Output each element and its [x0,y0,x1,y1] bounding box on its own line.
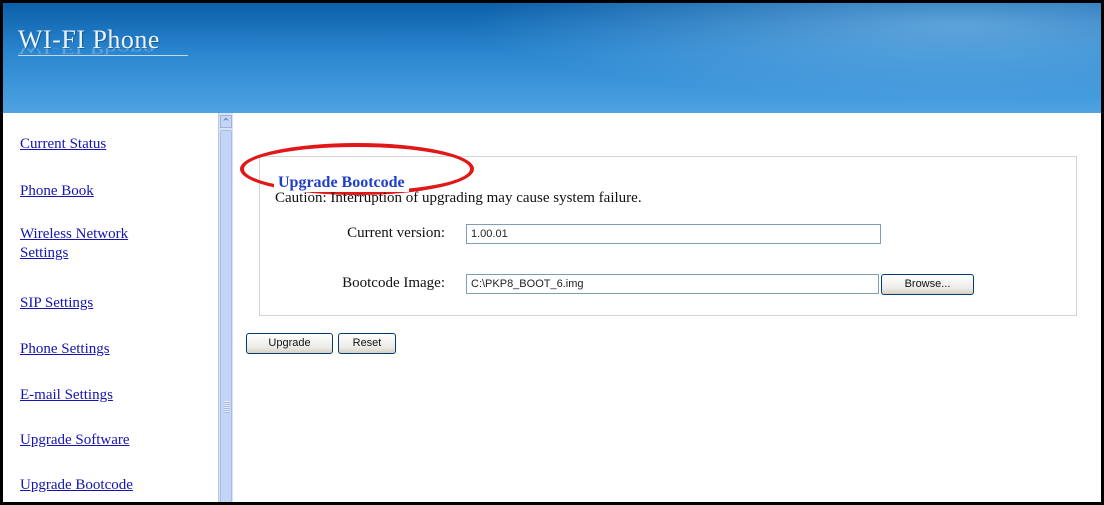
bootcode-image-label: Bootcode Image: [342,275,445,291]
nav-link-wireless-network[interactable]: Wireless Network [20,225,128,244]
logo: WI-FI Phone WI-FI Phone [18,25,188,70]
scroll-up-icon[interactable]: ^ [220,115,232,128]
current-version-label: Current version: [347,225,445,241]
header-banner: WI-FI Phone WI-FI Phone [3,3,1101,113]
bootcode-image-field[interactable]: C:\PKP8_BOOT_6.img [466,274,879,294]
nav-link-phone-book[interactable]: Phone Book [20,182,94,201]
scrollbar-grip [224,401,230,413]
current-version-field[interactable]: 1.00.01 [466,224,881,244]
logo-reflection: WI-FI Phone [18,48,188,56]
caution-text: Caution: Interruption of upgrading may c… [275,190,642,206]
sidebar-scrollbar[interactable]: ^ [218,113,233,502]
nav-link-upgrade-bootcode[interactable]: Upgrade Bootcode [20,476,133,495]
main-content: Upgrade Bootcode Caution: Interruption o… [233,113,1101,502]
nav-link-email-settings[interactable]: E-mail Settings [20,386,113,405]
upgrade-button[interactable]: Upgrade [246,333,333,354]
nav-link-phone-settings[interactable]: Phone Settings [20,340,110,359]
browse-button[interactable]: Browse... [881,274,974,295]
nav-link-sip-settings[interactable]: SIP Settings [20,294,93,313]
nav-link-wireless-settings[interactable]: Settings [20,244,68,263]
header-shine [381,3,1101,113]
reset-button[interactable]: Reset [338,333,396,354]
nav-link-current-status[interactable]: Current Status [20,135,106,154]
nav-link-upgrade-software[interactable]: Upgrade Software [20,431,130,450]
scrollbar-thumb[interactable] [220,130,232,502]
sidebar-nav: Current Status Phone Book Wireless Netwo… [3,113,218,502]
page-frame: WI-FI Phone WI-FI Phone Current Status P… [0,0,1104,505]
